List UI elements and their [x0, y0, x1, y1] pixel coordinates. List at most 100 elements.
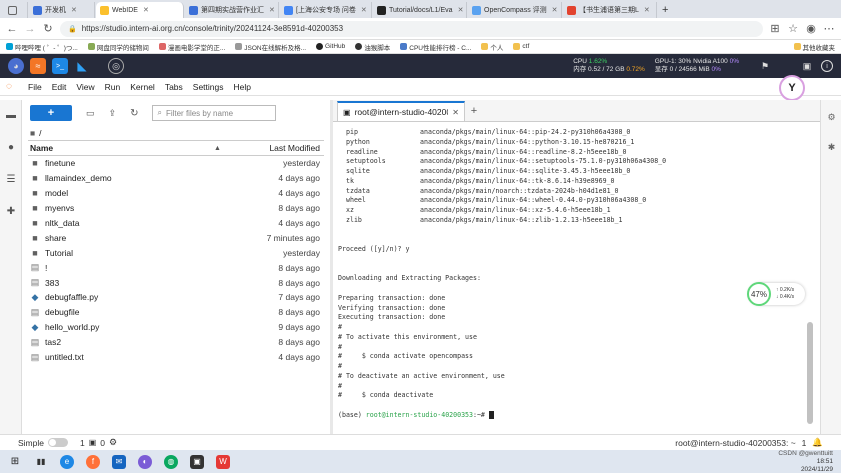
browser-tab-6[interactable]: 【书生浦语第三期L ✕ [563, 2, 657, 18]
simple-mode-toggle[interactable] [47, 438, 68, 447]
menu-view[interactable]: View [76, 82, 94, 92]
bookmark-3[interactable]: JSON在线解析及格... [235, 42, 306, 52]
browser-tab-4[interactable]: Tutorial/docs/L1/Eva ✕ [373, 2, 467, 18]
menu-dots-icon[interactable]: ⋯ [823, 22, 835, 35]
filter-files-input[interactable]: ⌕ Filter files by name [152, 105, 277, 121]
browser-tab-5[interactable]: OpenCompass 评测 ✕ [468, 2, 562, 18]
browser-tab-0[interactable]: 开发机 ✕ [29, 2, 95, 18]
file-row[interactable]: ▤ 383 8 days ago [28, 275, 324, 290]
assistant-avatar[interactable]: Y [779, 75, 805, 101]
file-row[interactable]: ■ model 4 days ago [28, 186, 324, 201]
debugger-icon[interactable]: ✱ [826, 142, 837, 153]
toc-icon[interactable]: ☰ [5, 174, 17, 186]
file-row[interactable]: ■ Tutorial yesterday [28, 245, 324, 260]
menu-settings[interactable]: Settings [193, 82, 224, 92]
close-icon[interactable]: ✕ [269, 6, 275, 14]
file-row[interactable]: ▤ untitled.txt 4 days ago [28, 350, 324, 365]
menu-help[interactable]: Help [234, 82, 251, 92]
bookmark-5[interactable]: 油猴脚本 [355, 42, 390, 52]
bookmark-2[interactable]: 漫画电影学堂的正... [158, 42, 225, 52]
file-row[interactable]: ■ share 7 minutes ago [28, 230, 324, 245]
close-icon[interactable]: ✕ [361, 6, 367, 14]
file-row[interactable]: ▤ tas2 8 days ago [28, 335, 324, 350]
browser-tab-2[interactable]: 第四期实战营作业汇 ✕ [185, 2, 279, 18]
bookmark-0[interactable]: 哔哩哔哩 ( ゜- ゜)つ... [6, 42, 78, 52]
app-icon[interactable]: ◐ [138, 454, 152, 469]
new-tab-button[interactable]: + [658, 2, 672, 18]
star-icon[interactable]: ☆ [787, 22, 799, 35]
browser-tab-3[interactable]: [上海公安专场 问卷 ✕ [280, 2, 372, 18]
screenshot-icon[interactable]: ▣ [799, 58, 815, 74]
vscode-icon[interactable]: ◣ [74, 58, 90, 74]
terminal-icon[interactable]: ▣ [190, 454, 204, 469]
windows-start-icon[interactable]: ⊞ [8, 455, 22, 469]
menu-tabs[interactable]: Tabs [165, 82, 183, 92]
forward-arrow-icon[interactable]: → [24, 23, 36, 35]
terminal-output[interactable]: pip anaconda/pkgs/main/linux-64::pip-24.2… [338, 128, 808, 428]
browser-tab-1[interactable]: WebIDE ✕ [96, 2, 184, 18]
new-launcher-button[interactable]: + [30, 105, 72, 121]
running-icon[interactable]: ● [5, 142, 17, 154]
column-modified-header[interactable]: Last Modified [234, 143, 324, 153]
close-icon[interactable]: ✕ [452, 108, 459, 117]
breadcrumb[interactable]: ■ / [22, 126, 330, 140]
info-icon[interactable]: i [821, 60, 833, 72]
file-row[interactable]: ■ myenvs 8 days ago [28, 201, 324, 216]
close-icon[interactable]: ✕ [644, 6, 650, 14]
bell-icon[interactable]: 🔔 [812, 437, 823, 448]
file-row[interactable]: ■ llamaindex_demo 4 days ago [28, 171, 324, 186]
close-icon[interactable]: ✕ [552, 6, 558, 14]
file-row[interactable]: ■ nltk_data 4 days ago [28, 216, 324, 231]
terminal-app-icon[interactable]: >_ [52, 58, 68, 74]
file-row[interactable]: ▤! 8 days ago [28, 260, 324, 275]
file-row[interactable]: ◆ hello_world.py 9 days ago [28, 320, 324, 335]
menu-kernel[interactable]: Kernel [130, 82, 155, 92]
tab-icon-group[interactable] [4, 2, 28, 18]
file-row[interactable]: ◆ debugfaffle.py 7 days ago [28, 290, 324, 305]
bookmark-6[interactable]: CPU性能排行榜 - C... [400, 42, 471, 52]
pin-icon[interactable]: ⚑ [757, 58, 773, 74]
task-view-icon[interactable]: ▮▮ [34, 455, 48, 469]
sort-caret-icon[interactable]: ▲ [214, 145, 234, 152]
folder-icon[interactable]: ▬ [5, 110, 17, 122]
terminal-scrollbar[interactable] [807, 322, 813, 424]
menu-run[interactable]: Run [105, 82, 121, 92]
jupyter-icon[interactable]: ≈ [30, 58, 46, 74]
extensions-icon[interactable]: ✚ [5, 206, 17, 218]
close-icon[interactable]: ✕ [458, 6, 464, 14]
property-inspector-icon[interactable]: ⚙ [826, 112, 837, 123]
firefox-icon[interactable]: f [86, 454, 100, 469]
close-icon[interactable]: ✕ [143, 6, 149, 14]
url-field[interactable]: 🔒 https://studio.intern-ai.org.cn/consol… [60, 20, 763, 37]
terminal-tab[interactable]: ▣ root@intern-studio-40200 ✕ [337, 101, 465, 121]
close-icon[interactable]: ✕ [71, 6, 77, 14]
wps-icon[interactable]: W [216, 454, 230, 469]
back-arrow-icon[interactable]: ← [6, 23, 18, 35]
menu-file[interactable]: File [28, 82, 42, 92]
compass-icon[interactable]: ◎ [108, 58, 124, 74]
reload-icon[interactable]: ↻ [42, 22, 54, 35]
upload-icon[interactable]: ⇪ [109, 108, 117, 119]
column-name-header[interactable]: Name [28, 143, 214, 153]
terminal-prompt[interactable]: (base) root@intern-studio-40200353:~# [338, 410, 808, 421]
refresh-icon[interactable]: ↻ [130, 108, 138, 119]
profile-icon[interactable]: ◉ [805, 22, 817, 35]
extension-icon[interactable]: ⊞ [769, 22, 781, 35]
network-speed-widget[interactable]: 47% ↑ 0.2K/s ↓ 0.4K/s [747, 282, 805, 306]
bookmark-8[interactable]: ctf [513, 43, 529, 50]
new-folder-icon[interactable]: ▭ [86, 108, 95, 119]
gear-icon[interactable]: ⚙ [109, 437, 117, 448]
bookmark-7[interactable]: 个人 [481, 42, 503, 52]
system-clock[interactable]: CSDN @gwenttuitt 18:51 2024/11/29 [778, 450, 833, 474]
mail-icon[interactable]: ✉ [112, 454, 126, 469]
add-tab-button[interactable]: + [465, 101, 483, 121]
bookmark-other[interactable]: 其他收藏夹 [793, 42, 835, 52]
intern-logo-icon[interactable]: ◕ [8, 58, 24, 74]
bookmark-1[interactable]: 网盘同学的储物间 [87, 42, 149, 52]
file-row[interactable]: ▤ debugfile 8 days ago [28, 305, 324, 320]
bookmark-4[interactable]: GitHub [316, 43, 345, 50]
browser-icon[interactable]: ◍ [164, 454, 178, 469]
file-row[interactable]: ■ finetune yesterday [28, 156, 324, 171]
edge-icon[interactable]: e [60, 454, 74, 469]
menu-edit[interactable]: Edit [52, 82, 67, 92]
